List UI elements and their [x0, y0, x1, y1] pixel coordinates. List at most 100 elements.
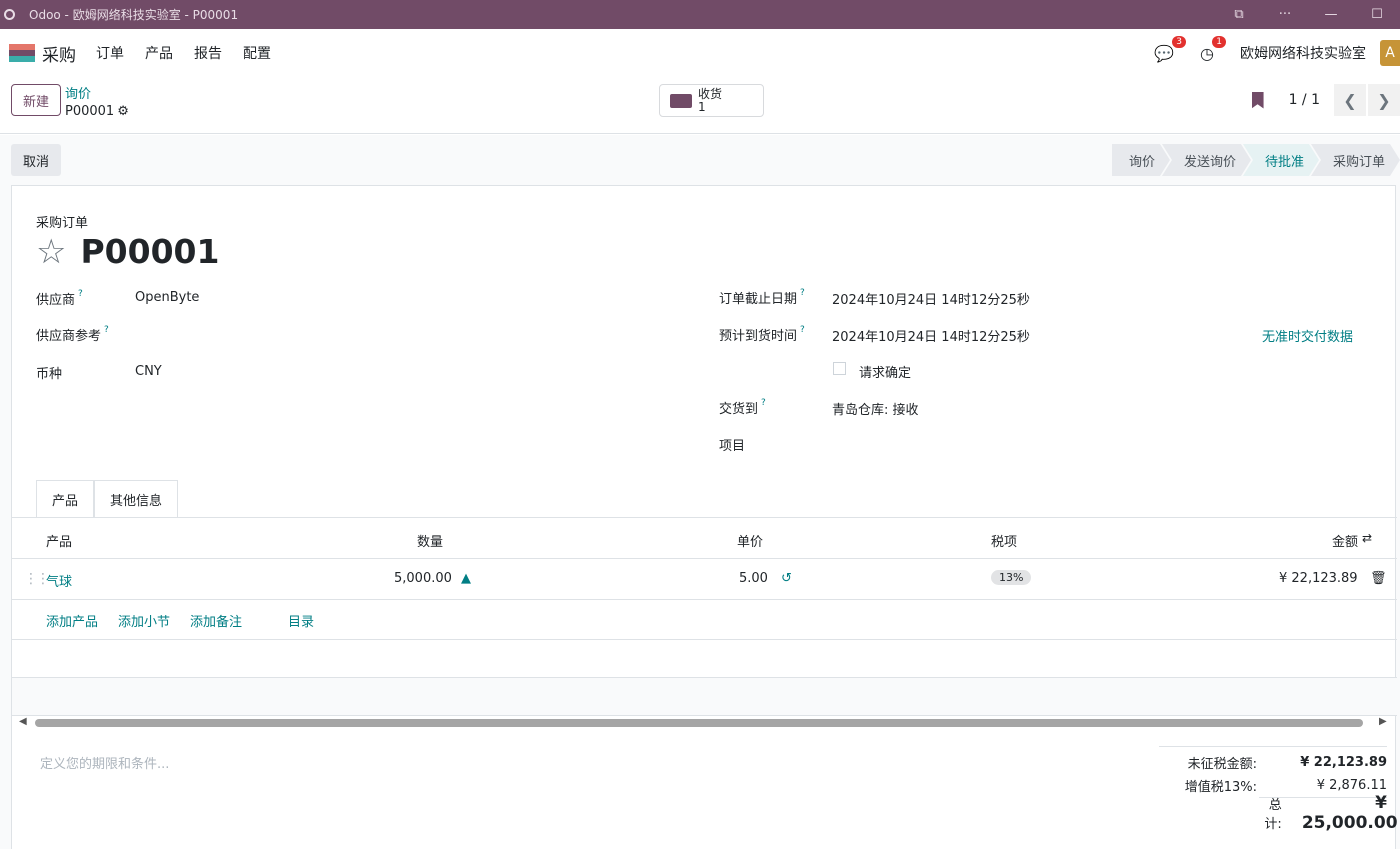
deliver-to-label: 交货到? — [719, 398, 766, 417]
col-product[interactable]: 产品 — [46, 531, 72, 550]
expected-arrival-field[interactable]: 2024年10月24日 14时12分25秒 — [832, 326, 1030, 345]
control-panel: 新建 询价 P00001 ⚙ 收货 1 1 / 1 ❮ ❯ — [0, 76, 1400, 134]
line-unit-price[interactable]: 5.00 — [739, 571, 768, 586]
app-name[interactable]: 采购 — [42, 41, 76, 66]
untaxed-label: 未征税金额: — [1187, 757, 1257, 772]
totals-summary: 未征税金额: ¥ 22,123.89 增值税13%: ¥ 2,876.11 总计… — [1159, 746, 1398, 833]
doc-type-label: 采购订单 — [36, 216, 89, 231]
new-button[interactable]: 新建 — [11, 84, 61, 116]
add-product-link[interactable]: 添加产品 — [46, 611, 98, 630]
col-amount[interactable]: 金额 — [1332, 531, 1358, 550]
truck-icon — [670, 93, 692, 108]
vat-value: ¥ 2,876.11 — [1316, 778, 1387, 793]
bookmark-icon[interactable] — [1251, 91, 1264, 109]
breadcrumb-parent[interactable]: 询价 — [65, 83, 129, 102]
line-amount: ¥ 22,123.89 — [1279, 571, 1358, 586]
pager-next-button[interactable]: ❯ — [1368, 84, 1400, 116]
purchase-app-icon[interactable] — [9, 44, 35, 62]
form-sheet: 采购订单 ☆ P00001 供应商? OpenByte 供应商参考? 币种 CN… — [11, 185, 1398, 849]
tab-other-info[interactable]: 其他信息 — [94, 480, 179, 518]
order-deadline-label: 订单截止日期? — [719, 288, 805, 307]
confirm-label: 请求确定 — [859, 366, 912, 381]
scroll-left-icon[interactable]: ◀ — [19, 716, 27, 727]
more-icon[interactable]: ··· — [1262, 7, 1308, 22]
stage-pipeline: 询价 发送询价 待批准 采购订单 — [1112, 144, 1400, 176]
scroll-right-icon[interactable]: ▶ — [1379, 716, 1387, 727]
horizontal-scrollbar[interactable]: ◀ ▶ — [12, 715, 1397, 731]
table-row[interactable]: ⋮⋮ 气球 5,000.00 ▲ 5.00 ↺ 13% ¥ 22,123.89 … — [12, 559, 1397, 600]
window-titlebar: Odoo - 欧姆网络科技实验室 - P00001 ⧉ ··· — ☐ — [0, 0, 1400, 29]
catalog-link[interactable]: 目录 — [288, 611, 314, 630]
order-deadline-field[interactable]: 2024年10月24日 14时12分25秒 — [832, 289, 1030, 308]
menu-products[interactable]: 产品 — [145, 43, 173, 63]
vat-label: 增值税13%: — [1184, 780, 1257, 795]
messages-icon[interactable]: 💬 3 — [1154, 35, 1187, 63]
terms-field[interactable]: 定义您的期限和条件... — [40, 753, 169, 772]
company-switcher[interactable]: 欧姆网络科技实验室 — [1240, 43, 1366, 63]
col-unit-price[interactable]: 单价 — [737, 531, 763, 550]
tax-tag[interactable]: 13% — [991, 570, 1032, 585]
empty-row — [12, 678, 1397, 716]
vendor-field[interactable]: OpenByte — [135, 290, 199, 305]
stage-purchase-order[interactable]: 采购订单 — [1311, 144, 1400, 176]
deliver-to-field[interactable]: 青岛仓库: 接收 — [832, 399, 919, 418]
stage-rfq[interactable]: 询价 — [1112, 144, 1170, 176]
pager-value[interactable]: 1 / 1 — [1289, 92, 1320, 108]
receipt-count: 1 — [698, 99, 706, 114]
messages-badge: 3 — [1172, 35, 1187, 48]
star-icon[interactable]: ☆ — [36, 235, 66, 269]
total-label: 总计: — [1264, 797, 1282, 832]
menu-reporting[interactable]: 报告 — [194, 43, 222, 63]
doc-title: ☆ P00001 — [36, 232, 219, 271]
drag-handle-icon[interactable]: ⋮⋮ — [24, 571, 50, 587]
on-time-delivery-link[interactable]: 无准时交付数据 — [1262, 326, 1353, 345]
line-product[interactable]: 气球 — [46, 571, 72, 590]
stage-rfq-sent[interactable]: 发送询价 — [1162, 144, 1251, 176]
notebook-tabs: 产品 其他信息 — [36, 480, 179, 518]
total-row: 总计: ¥ 25,000.00 — [1259, 793, 1398, 833]
empty-row — [12, 640, 1397, 678]
app-icon — [4, 9, 15, 20]
col-taxes[interactable]: 税项 — [991, 531, 1017, 550]
activities-icon[interactable]: ◷ 1 — [1200, 35, 1226, 63]
add-line-row: 添加产品 添加小节 添加备注 目录 — [12, 600, 1397, 640]
user-avatar[interactable]: A — [1380, 40, 1400, 66]
receipt-smart-button[interactable]: 收货 1 — [659, 84, 764, 117]
col-quantity[interactable]: 数量 — [417, 531, 443, 550]
order-lines-header: 产品 数量 单价 税项 金额 ⇄ — [12, 518, 1397, 559]
menu-configuration[interactable]: 配置 — [243, 43, 271, 63]
column-settings-icon[interactable]: ⇄ — [1362, 531, 1372, 545]
breadcrumb-record: P00001 — [65, 104, 115, 119]
pager: 1 / 1 ❮ ❯ — [1251, 84, 1400, 116]
line-quantity[interactable]: 5,000.00 — [394, 571, 452, 586]
scroll-thumb[interactable] — [35, 719, 1363, 727]
currency-label: 币种 — [36, 367, 63, 382]
project-field[interactable] — [832, 435, 1372, 453]
stage-to-approve[interactable]: 待批准 — [1243, 144, 1319, 176]
window-title: Odoo - 欧姆网络科技实验室 - P00001 — [29, 8, 239, 22]
add-section-link[interactable]: 添加小节 — [118, 611, 170, 630]
price-history-icon[interactable]: ↺ — [781, 571, 792, 586]
tab-products[interactable]: 产品 — [36, 480, 95, 518]
receipt-label: 收货 — [698, 86, 723, 101]
vendor-ref-label: 供应商参考? — [36, 325, 109, 344]
maximize-button[interactable]: ☐ — [1354, 7, 1400, 22]
pager-previous-button[interactable]: ❮ — [1334, 84, 1366, 116]
untaxed-row: 未征税金额: ¥ 22,123.89 — [1159, 751, 1387, 774]
cast-icon[interactable]: ⧉ — [1216, 7, 1262, 22]
project-label: 项目 — [719, 439, 746, 454]
activities-badge: 1 — [1212, 35, 1226, 48]
confirm-checkbox[interactable] — [833, 362, 846, 375]
forecast-chart-icon[interactable]: ▲ — [461, 571, 471, 586]
menu-orders[interactable]: 订单 — [96, 43, 124, 63]
gear-icon[interactable]: ⚙ — [117, 104, 129, 119]
add-note-link[interactable]: 添加备注 — [190, 611, 242, 630]
minimize-button[interactable]: — — [1308, 7, 1354, 22]
vendor-ref-field[interactable] — [135, 325, 685, 343]
status-bar: 取消 询价 发送询价 待批准 采购订单 — [0, 135, 1400, 185]
cancel-button[interactable]: 取消 — [11, 144, 61, 176]
currency-field[interactable]: CNY — [135, 364, 162, 379]
expected-arrival-label: 预计到货时间? — [719, 325, 805, 344]
total-value: ¥ 25,000.00 — [1301, 792, 1398, 833]
delete-row-icon[interactable]: 🗑 — [1370, 571, 1387, 586]
